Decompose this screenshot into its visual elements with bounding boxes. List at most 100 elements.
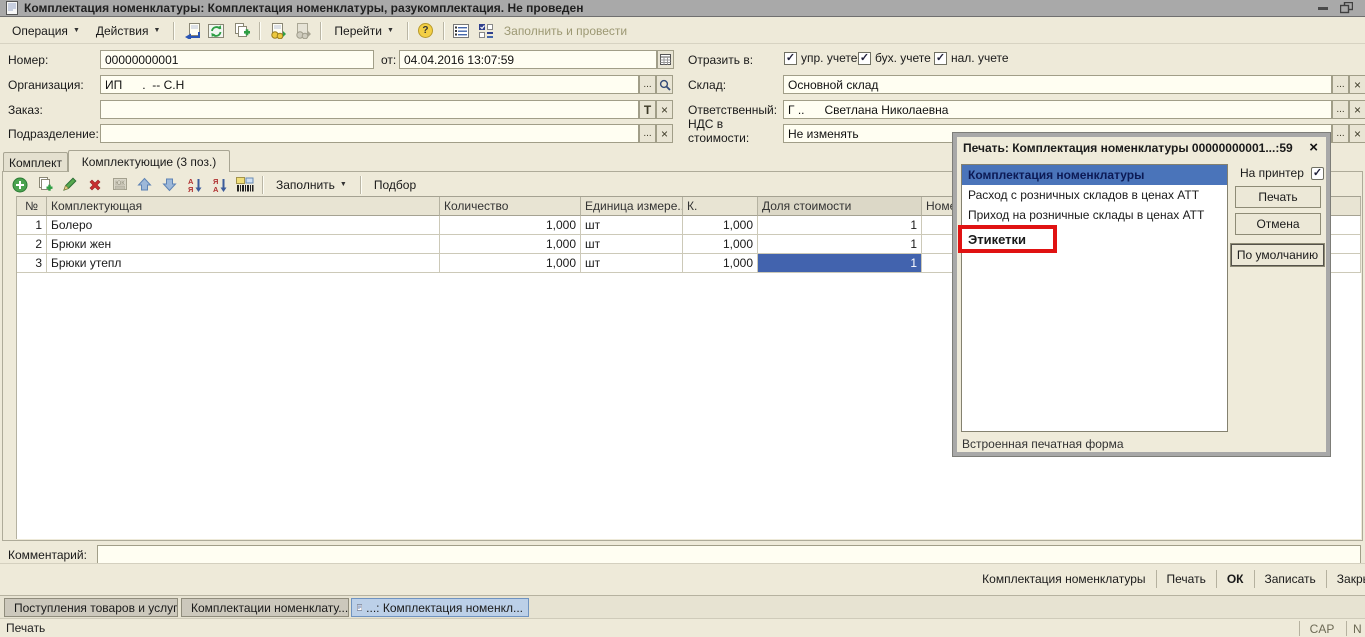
accounting-checkbox[interactable]: ✓ бух. учете (858, 51, 931, 65)
tab-components[interactable]: Комплектующие (3 поз.) (68, 150, 230, 172)
col-header-share[interactable]: Доля стоимости (758, 197, 922, 216)
help-button[interactable]: ? (414, 20, 437, 41)
print-form-item[interactable]: Приход на розничные склады в ценах АТТ (962, 205, 1227, 225)
related-documents-button-disabled[interactable] (291, 20, 314, 41)
col-header-k[interactable]: К. (683, 197, 758, 216)
taskbar-item-receipts[interactable]: Поступления товаров и услуг (4, 598, 178, 617)
col-header-component[interactable]: Комплектующая (47, 197, 440, 216)
number-input[interactable] (100, 50, 374, 69)
cell-k[interactable]: 1,000 (683, 235, 758, 254)
cell-unit[interactable]: шт (581, 216, 683, 235)
organization-search-button[interactable] (656, 75, 673, 94)
move-row-down-button[interactable] (158, 174, 181, 195)
management-accounting-checkbox[interactable]: ✓ упр. учете (784, 51, 857, 65)
organization-input[interactable] (100, 75, 639, 94)
cell-quantity[interactable]: 1,000 (440, 254, 581, 273)
cell-num[interactable]: 1 (17, 216, 47, 235)
vat-clear-button[interactable]: × (1349, 124, 1365, 143)
type-t-icon: T (644, 105, 651, 115)
help-icon: ? (418, 23, 433, 38)
warehouse-clear-button[interactable]: × (1349, 75, 1365, 94)
cell-component[interactable]: Болеро (47, 216, 440, 235)
division-input[interactable] (100, 124, 639, 143)
order-clear-button[interactable]: × (656, 100, 673, 119)
delete-row-button[interactable] (83, 174, 106, 195)
cell-share[interactable]: 1 (758, 235, 922, 254)
post-document-button[interactable] (205, 20, 228, 41)
warehouse-input[interactable] (783, 75, 1332, 94)
comment-input[interactable] (97, 545, 1361, 564)
responsible-input[interactable] (783, 100, 1332, 119)
date-input[interactable] (399, 50, 657, 69)
vat-select-button[interactable]: ... (1332, 124, 1349, 143)
taskbar-item-assembly-list[interactable]: Комплектации номенклату... (181, 598, 349, 617)
cell-share-selected[interactable]: 1 (758, 254, 922, 273)
print-form-item[interactable]: Расход с розничных складов в ценах АТТ (962, 185, 1227, 205)
enter-on-basis-button[interactable] (266, 20, 289, 41)
division-select-button[interactable]: ... (639, 124, 656, 143)
goto-menu[interactable]: Перейти ▼ (327, 21, 401, 41)
move-row-up-button[interactable] (133, 174, 156, 195)
cell-share[interactable]: 1 (758, 216, 922, 235)
date-from-label: от: (381, 53, 396, 67)
division-clear-button[interactable]: × (656, 124, 673, 143)
dialog-default-button[interactable]: По умолчанию (1231, 244, 1324, 266)
calendar-button[interactable] (657, 50, 674, 69)
cell-num[interactable]: 2 (17, 235, 47, 254)
minimize-icon[interactable] (1318, 7, 1328, 10)
cell-component[interactable]: Брюки утепл (47, 254, 440, 273)
dialog-cancel-button[interactable]: Отмена (1235, 213, 1321, 235)
sort-descending-button[interactable]: ЯА (208, 174, 231, 195)
fill-and-post-button-disabled[interactable]: Заполнить и провести (500, 24, 631, 38)
operation-menu[interactable]: Операция ▼ (5, 21, 87, 41)
save-document-button[interactable] (180, 20, 203, 41)
tax-accounting-checkbox[interactable]: ✓ нал. учете (934, 51, 1009, 65)
close-button[interactable]: Закрыть (1326, 570, 1365, 588)
order-input[interactable] (100, 100, 639, 119)
dialog-close-icon[interactable]: × (1309, 139, 1318, 156)
barcode-button[interactable] (233, 174, 256, 195)
cell-k[interactable]: 1,000 (683, 254, 758, 273)
pick-button[interactable]: Подбор (367, 176, 423, 194)
cell-num[interactable]: 3 (17, 254, 47, 273)
responsible-select-button[interactable]: ... (1332, 100, 1349, 119)
document-structure-button[interactable] (450, 20, 473, 41)
warehouse-select-button[interactable]: ... (1332, 75, 1349, 94)
add-row-button[interactable] (8, 174, 31, 195)
organization-select-button[interactable]: ... (639, 75, 656, 94)
toolbar-separator (320, 22, 321, 40)
cell-quantity[interactable]: 1,000 (440, 216, 581, 235)
cell-unit[interactable]: шт (581, 254, 683, 273)
print-form-item-selected[interactable]: Комплектация номенклатуры (962, 165, 1227, 185)
copy-plus-icon (233, 23, 250, 39)
end-edit-button-disabled[interactable]: ЮК (108, 174, 131, 195)
order-type-button[interactable]: T (639, 100, 656, 119)
write-button[interactable]: Записать (1254, 570, 1326, 588)
to-printer-option[interactable]: На принтер ✓ (1240, 166, 1324, 180)
cell-unit[interactable]: шт (581, 235, 683, 254)
arrow-up-icon (137, 177, 152, 192)
doc-action-button[interactable]: Комплектация номенклатуры (972, 570, 1155, 588)
ok-button[interactable]: ОК (1216, 570, 1254, 588)
fill-menu-button[interactable]: Заполнить ▼ (269, 176, 354, 194)
taskbar-item-assembly-active[interactable]: ...: Комплектация номенкл... (351, 598, 529, 617)
sort-ascending-button[interactable]: АЯ (183, 174, 206, 195)
posting-settings-button[interactable] (475, 20, 498, 41)
cell-component[interactable]: Брюки жен (47, 235, 440, 254)
responsible-clear-button[interactable]: × (1349, 100, 1365, 119)
col-header-quantity[interactable]: Количество (440, 197, 581, 216)
print-button[interactable]: Печать (1156, 570, 1216, 588)
dots-icon: ... (1336, 105, 1344, 115)
cell-k[interactable]: 1,000 (683, 216, 758, 235)
copy-row-button[interactable] (33, 174, 56, 195)
tab-kit[interactable]: Комплект (3, 152, 68, 172)
edit-row-button[interactable] (58, 174, 81, 195)
dialog-print-button[interactable]: Печать (1235, 186, 1321, 208)
col-header-num[interactable]: № (17, 197, 47, 216)
cell-quantity[interactable]: 1,000 (440, 235, 581, 254)
restore-icon[interactable] (1340, 2, 1353, 14)
col-header-unit[interactable]: Единица измере... (581, 197, 683, 216)
reflect-in-label: Отразить в: (688, 53, 753, 67)
copy-document-button[interactable] (230, 20, 253, 41)
actions-menu[interactable]: Действия ▼ (89, 21, 168, 41)
